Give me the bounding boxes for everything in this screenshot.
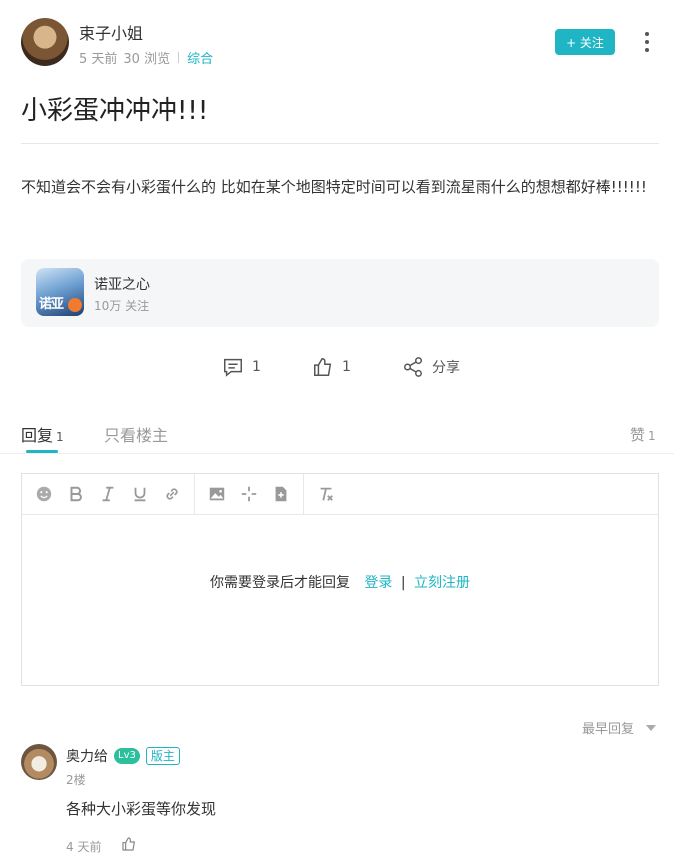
chevron-down-icon [646,724,657,731]
comment-icon [224,358,242,377]
sort-dropdown[interactable]: 最早回复 [582,718,657,737]
more-options-icon[interactable] [638,32,656,52]
likes-tab[interactable]: 赞1 [630,424,656,445]
author-name[interactable]: 束子小姐 [79,20,143,44]
like-action[interactable]: 1 [312,355,351,379]
image-icon[interactable] [201,474,233,515]
game-icon-badge [68,298,82,312]
comment-like-icon[interactable] [121,836,137,852]
tab-reply[interactable]: 回复 1 [21,422,64,446]
tab-reply-count: 1 [56,430,64,444]
author-avatar[interactable] [21,18,69,66]
toolbar-group-format [304,474,348,515]
post-title: 小彩蛋冲冲冲!!! [21,96,209,126]
underline-icon[interactable] [124,474,156,515]
likes-tab-count: 1 [648,429,656,443]
thumbs-up-icon [314,358,332,376]
link-separator: | [400,575,406,591]
comment-count: 1 [252,359,261,375]
post-category[interactable]: 综合 [187,48,213,67]
game-followers: 10万 关注 [94,299,150,313]
commenter-avatar[interactable] [21,744,57,780]
post-content: 不知道会不会有小彩蛋什么的 比如在某个地图特定时间可以看到流星雨什么的想想都好棒… [21,178,647,196]
login-prompt: 你需要登录后才能回复 登录 | 立刻注册 [22,572,658,592]
game-icon[interactable]: 诺亚 [36,268,84,316]
move-icon[interactable] [233,474,265,515]
post-views: 30 浏览 [123,52,171,67]
login-link[interactable]: 登录 [364,575,392,591]
post-time: 5 天前 [79,52,118,67]
toolbar-group-text [22,473,195,515]
share-action[interactable]: 分享 [402,355,460,379]
italic-icon[interactable] [92,474,124,515]
attachment-icon[interactable] [265,474,297,515]
game-icon-text: 诺亚 [39,297,64,312]
clear-format-icon[interactable] [310,474,342,515]
level-badge: Lv3 [114,748,140,764]
title-divider [21,143,659,144]
share-icon [404,357,422,377]
commenter-header: 奥力给 Lv3 版主 [66,746,180,766]
toolbar-group-insert [195,473,304,515]
register-link[interactable]: 立刻注册 [414,575,470,591]
role-badge: 版主 [145,747,180,765]
meta-divider [178,52,180,63]
tabs-divider [0,453,674,454]
editor-toolbar [22,473,658,515]
bold-icon[interactable] [60,474,92,515]
tab-reply-label: 回复 [21,426,54,445]
comment-floor: 2楼 [66,773,86,787]
comment-text: 各种大小彩蛋等你发现 [66,800,217,818]
comment-action[interactable]: 1 [222,355,261,379]
link-icon[interactable] [156,474,188,515]
emoji-icon[interactable] [28,474,60,515]
sort-label: 最早回复 [582,722,635,737]
share-label: 分享 [432,360,460,376]
post-meta: 5 天前 30 浏览 综合 [79,48,213,67]
like-count: 1 [342,359,351,375]
tab-owner-only[interactable]: 只看楼主 [104,422,168,446]
reply-editor[interactable]: 你需要登录后才能回复 登录 | 立刻注册 [21,473,659,686]
follow-button[interactable]: + 关注 [555,29,615,55]
game-name[interactable]: 诺亚之心 [94,274,150,294]
commenter-name[interactable]: 奥力给 [66,746,108,766]
likes-tab-label: 赞 [630,426,646,444]
login-prompt-text: 你需要登录后才能回复 [209,575,350,591]
comment-time: 4 天前 [66,840,102,854]
